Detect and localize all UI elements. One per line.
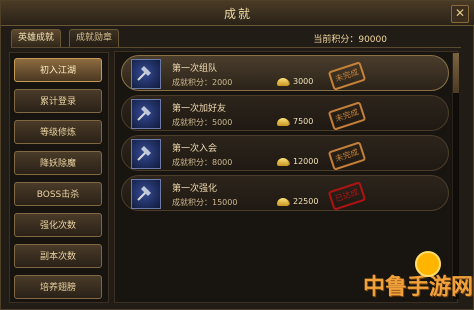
sidebar-item-demons[interactable]: 降妖除魔 — [14, 151, 102, 175]
gold-icon — [277, 118, 289, 126]
hammer-icon — [131, 59, 161, 89]
achievement-title: 第一次强化 — [172, 184, 218, 194]
sidebar-item-dungeon[interactable]: 副本次数 — [14, 244, 102, 268]
gold-icon — [277, 78, 289, 86]
gold-reward: 22500 — [293, 197, 319, 206]
scroll-thumb[interactable] — [453, 53, 459, 93]
current-points: 当前积分：90000 — [313, 35, 387, 45]
achievement-title: 第一次加好友 — [172, 104, 227, 114]
achievement-title: 第一次入会 — [172, 144, 218, 154]
gold-icon — [277, 158, 289, 166]
achievement-title: 第一次组队 — [172, 64, 218, 74]
achievement-points: 成就积分：2000 — [172, 78, 233, 87]
achievement-row[interactable]: 第一次入会 成就积分：8000 12000 未完成 — [121, 135, 449, 171]
watermark-logo — [415, 251, 441, 277]
hammer-icon — [131, 139, 161, 169]
achievement-row[interactable]: 第一次组队 成就积分：2000 3000 未完成 — [121, 55, 449, 91]
category-sidebar: 初入江湖 累计登录 等级修炼 降妖除魔 BOSS击杀 强化次数 副本次数 培养翅… — [9, 52, 109, 303]
status-stamp: 未完成 — [327, 61, 367, 91]
sidebar-item-wings[interactable]: 培养翅膀 — [14, 275, 102, 299]
sidebar-item-boss[interactable]: BOSS击杀 — [14, 182, 102, 206]
sidebar-item-level[interactable]: 等级修炼 — [14, 120, 102, 144]
achievement-points: 成就积分：15000 — [172, 198, 238, 207]
status-stamp: 已达成 — [327, 181, 367, 211]
title-bar: 成就 ✕ — [1, 1, 474, 26]
achievement-window: 成就 ✕ 英雄成就 成就勋章 当前积分：90000 初入江湖 累计登录 等级修炼… — [0, 0, 474, 310]
achievement-row[interactable]: 第一次强化 成就积分：15000 22500 已达成 — [121, 175, 449, 211]
window-title: 成就 — [223, 7, 252, 21]
achievement-points: 成就积分：8000 — [172, 158, 233, 167]
achievement-points: 成就积分：5000 — [172, 118, 233, 127]
gold-reward: 3000 — [293, 77, 314, 86]
sidebar-item-login[interactable]: 累计登录 — [14, 89, 102, 113]
tab-hero-achievement[interactable]: 英雄成就 — [11, 29, 62, 47]
tab-bar: 英雄成就 成就勋章 当前积分：90000 — [11, 29, 461, 48]
gold-reward: 12000 — [293, 157, 319, 166]
status-stamp: 未完成 — [327, 141, 367, 171]
tab-achievement-medal[interactable]: 成就勋章 — [69, 29, 120, 47]
gold-reward: 7500 — [293, 117, 314, 126]
sidebar-item-first-steps[interactable]: 初入江湖 — [14, 58, 102, 82]
close-button[interactable]: ✕ — [451, 5, 469, 23]
close-icon: ✕ — [454, 6, 466, 20]
hammer-icon — [131, 99, 161, 129]
watermark-text: 中鲁手游网 — [363, 275, 474, 300]
achievement-list: 第一次组队 成就积分：2000 3000 未完成 第一次加好友 成就积分：500… — [114, 51, 458, 303]
scrollbar[interactable] — [452, 53, 459, 299]
gold-icon — [277, 198, 289, 206]
hammer-icon — [131, 179, 161, 209]
achievement-row[interactable]: 第一次加好友 成就积分：5000 7500 未完成 — [121, 95, 449, 131]
site-watermark: 中鲁手游网 — [363, 251, 474, 309]
sidebar-item-enhance[interactable]: 强化次数 — [14, 213, 102, 237]
status-stamp: 未完成 — [327, 101, 367, 131]
